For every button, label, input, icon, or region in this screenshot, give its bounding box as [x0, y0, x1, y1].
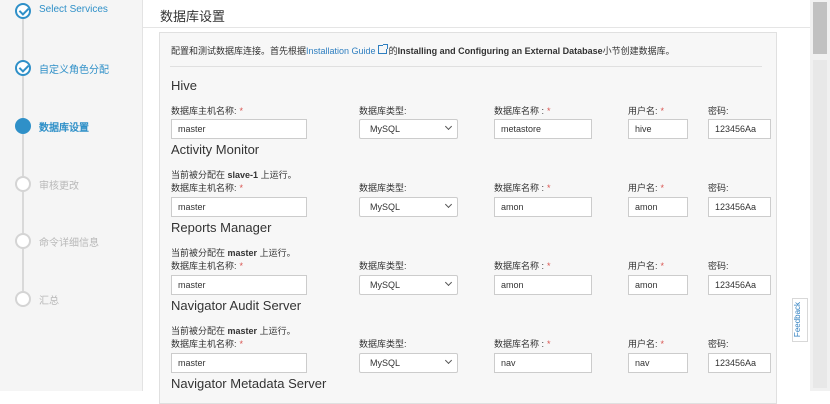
rman-user-input[interactable]: amon — [628, 275, 688, 295]
step-select-services[interactable]: Select Services — [15, 3, 140, 23]
db-name-label: 数据库名称 : * — [494, 183, 551, 193]
intro-text: 配置和测试数据库连接。首先根据Installation Guide 的Instal… — [171, 44, 675, 57]
chevron-down-icon — [444, 200, 453, 209]
section-title-reports-manager: Reports Manager — [171, 220, 272, 235]
nav-db-name-input[interactable]: nav — [494, 353, 592, 373]
type-label: 数据库类型: — [359, 183, 407, 193]
user-label: 用户名: * — [628, 261, 665, 271]
rman-password-input[interactable]: 123456Aa — [708, 275, 771, 295]
intro-suffix: 小节创建数据库。 — [602, 46, 675, 56]
password-label: 密码: — [708, 339, 729, 349]
pending-step-icon — [15, 176, 31, 192]
section-title-navigator-metadata: Navigator Metadata Server — [171, 376, 327, 391]
step-label: 审核更改 — [39, 181, 79, 192]
intro-prefix: 配置和测试数据库连接。首先根据 — [171, 46, 307, 56]
assigned-host-text: 当前被分配在 master 上运行。 — [171, 326, 296, 336]
amon-db-name-input[interactable]: amon — [494, 197, 592, 217]
host-label: 数据库主机名称: * — [171, 183, 244, 193]
step-label: 命令详细信息 — [39, 238, 99, 249]
nav-password-input[interactable]: 123456Aa — [708, 353, 771, 373]
step-label: 自定义角色分配 — [39, 65, 109, 76]
amon-user-input[interactable]: amon — [628, 197, 688, 217]
password-label: 密码: — [708, 106, 729, 116]
step-label: Select Services — [39, 4, 108, 15]
section-title-activity-monitor: Activity Monitor — [171, 142, 260, 157]
check-icon — [15, 3, 31, 19]
user-label: 用户名: * — [628, 106, 665, 116]
rman-db-type-select[interactable]: MySQL — [359, 275, 458, 295]
feedback-tab[interactable]: Feedback — [792, 298, 808, 342]
step-label: 汇总 — [39, 296, 59, 307]
divider — [143, 27, 810, 28]
page-scrollbar[interactable] — [810, 0, 830, 391]
host-label: 数据库主机名称: * — [171, 261, 244, 271]
scrollbar-thumb[interactable] — [813, 2, 827, 54]
intro-bold: Installing and Configuring an External D… — [397, 46, 603, 56]
current-step-icon — [15, 118, 31, 134]
db-name-label: 数据库名称 : * — [494, 261, 551, 271]
chevron-down-icon — [444, 122, 453, 131]
step-command-details: 命令详细信息 — [15, 233, 140, 253]
hive-db-type-select[interactable]: MySQL — [359, 119, 458, 139]
wizard-sidebar: Select Services 自定义角色分配 数据库设置 审核更改 命令详细信… — [0, 0, 143, 391]
db-name-label: 数据库名称 : * — [494, 339, 551, 349]
amon-db-type-select[interactable]: MySQL — [359, 197, 458, 217]
external-link-icon — [377, 44, 388, 54]
section-title-navigator-audit: Navigator Audit Server — [171, 298, 302, 313]
check-icon — [15, 60, 31, 76]
step-summary: 汇总 — [15, 291, 140, 311]
type-label: 数据库类型: — [359, 339, 407, 349]
type-label: 数据库类型: — [359, 106, 407, 116]
divider — [170, 66, 762, 67]
step-role-assignment[interactable]: 自定义角色分配 — [15, 60, 140, 80]
user-label: 用户名: * — [628, 183, 665, 193]
chevron-down-icon — [444, 278, 453, 287]
feedback-label: Feedback — [793, 301, 803, 338]
amon-password-input[interactable]: 123456Aa — [708, 197, 771, 217]
assigned-host-text: 当前被分配在 master 上运行。 — [171, 248, 296, 258]
rman-db-name-input[interactable]: amon — [494, 275, 592, 295]
host-label: 数据库主机名称: * — [171, 339, 244, 349]
step-connector — [22, 192, 24, 234]
type-label: 数据库类型: — [359, 261, 407, 271]
step-connector — [22, 76, 24, 118]
chevron-down-icon — [444, 356, 453, 365]
pending-step-icon — [15, 291, 31, 307]
scrollbar-track[interactable] — [813, 60, 827, 388]
assigned-host-text: 当前被分配在 slave-1 上运行。 — [171, 170, 297, 180]
step-review-changes: 审核更改 — [15, 176, 140, 196]
nav-user-input[interactable]: nav — [628, 353, 688, 373]
installation-guide-link[interactable]: Installation Guide — [306, 46, 376, 56]
host-label: 数据库主机名称: * — [171, 106, 244, 116]
password-label: 密码: — [708, 183, 729, 193]
amon-host-input[interactable]: master — [171, 197, 307, 217]
intro-middle: 的 — [388, 46, 398, 56]
database-settings-panel: 配置和测试数据库连接。首先根据Installation Guide 的Instal… — [159, 32, 777, 404]
step-label: 数据库设置 — [39, 123, 89, 134]
hive-host-input[interactable]: master — [171, 119, 307, 139]
main-content: 数据库设置 配置和测试数据库连接。首先根据Installation Guide 的… — [143, 0, 810, 404]
hive-password-input[interactable]: 123456Aa — [708, 119, 771, 139]
section-title-hive: Hive — [171, 78, 198, 93]
step-connector — [22, 249, 24, 291]
step-connector — [22, 134, 24, 176]
step-database-setup[interactable]: 数据库设置 — [15, 118, 140, 138]
page-title: 数据库设置 — [160, 9, 226, 24]
hive-user-input[interactable]: hive — [628, 119, 688, 139]
nav-db-type-select[interactable]: MySQL — [359, 353, 458, 373]
rman-host-input[interactable]: master — [171, 275, 307, 295]
pending-step-icon — [15, 233, 31, 249]
user-label: 用户名: * — [628, 339, 665, 349]
nav-host-input[interactable]: master — [171, 353, 307, 373]
password-label: 密码: — [708, 261, 729, 271]
hive-db-name-input[interactable]: metastore — [494, 119, 592, 139]
db-name-label: 数据库名称 : * — [494, 106, 551, 116]
